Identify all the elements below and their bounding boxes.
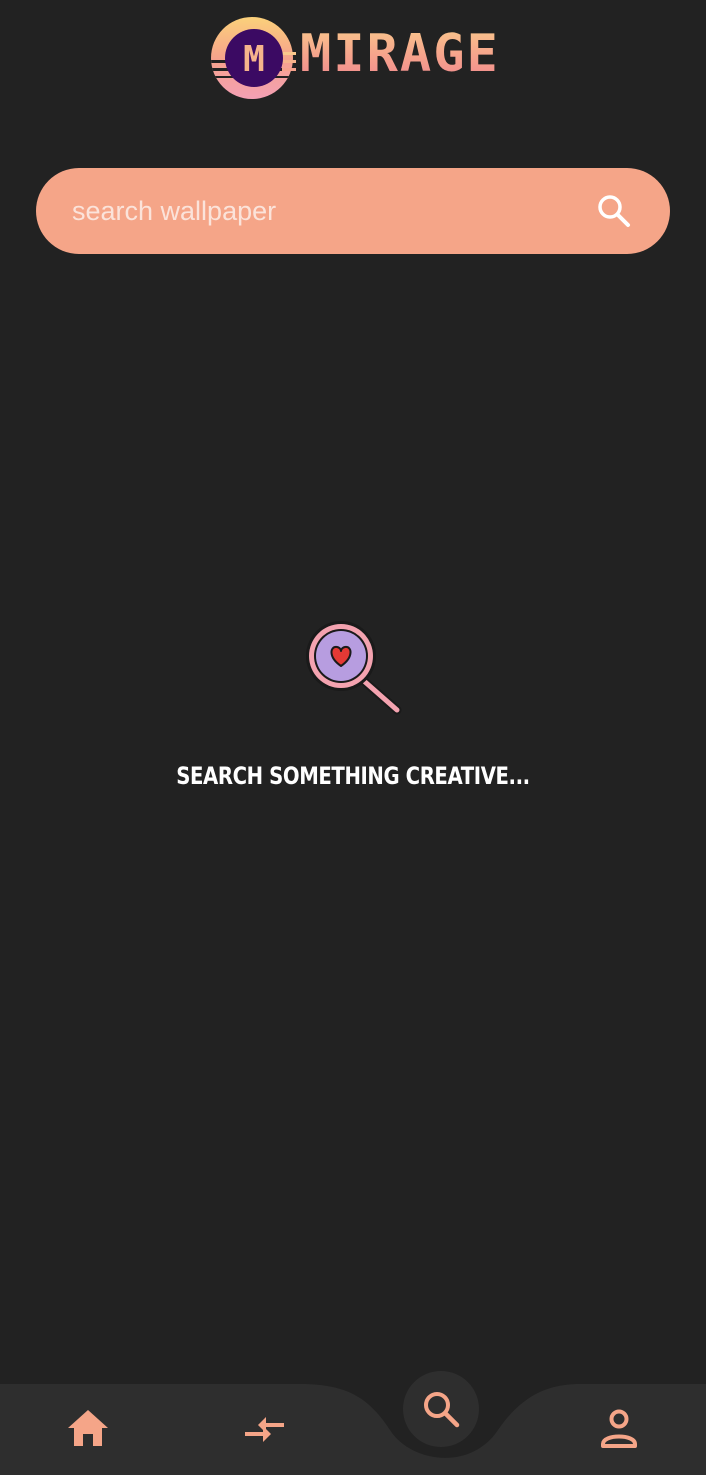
search-icon[interactable]: [596, 193, 632, 229]
search-bar: [36, 168, 670, 254]
app-header: M MIRAGE: [0, 0, 706, 110]
home-icon[interactable]: [63, 1404, 113, 1454]
logo-letter: M: [243, 39, 265, 80]
person-icon[interactable]: [594, 1404, 644, 1454]
magnifier-heart-icon: [306, 621, 402, 715]
search-icon: [424, 1392, 460, 1428]
compare-arrows-icon[interactable]: [240, 1404, 290, 1454]
nav-search-button[interactable]: [403, 1371, 479, 1447]
app-title: MIRAGE: [300, 24, 500, 84]
empty-state-message: SEARCH SOMETHING CREATIVE...: [176, 762, 530, 790]
search-input[interactable]: [72, 168, 592, 254]
